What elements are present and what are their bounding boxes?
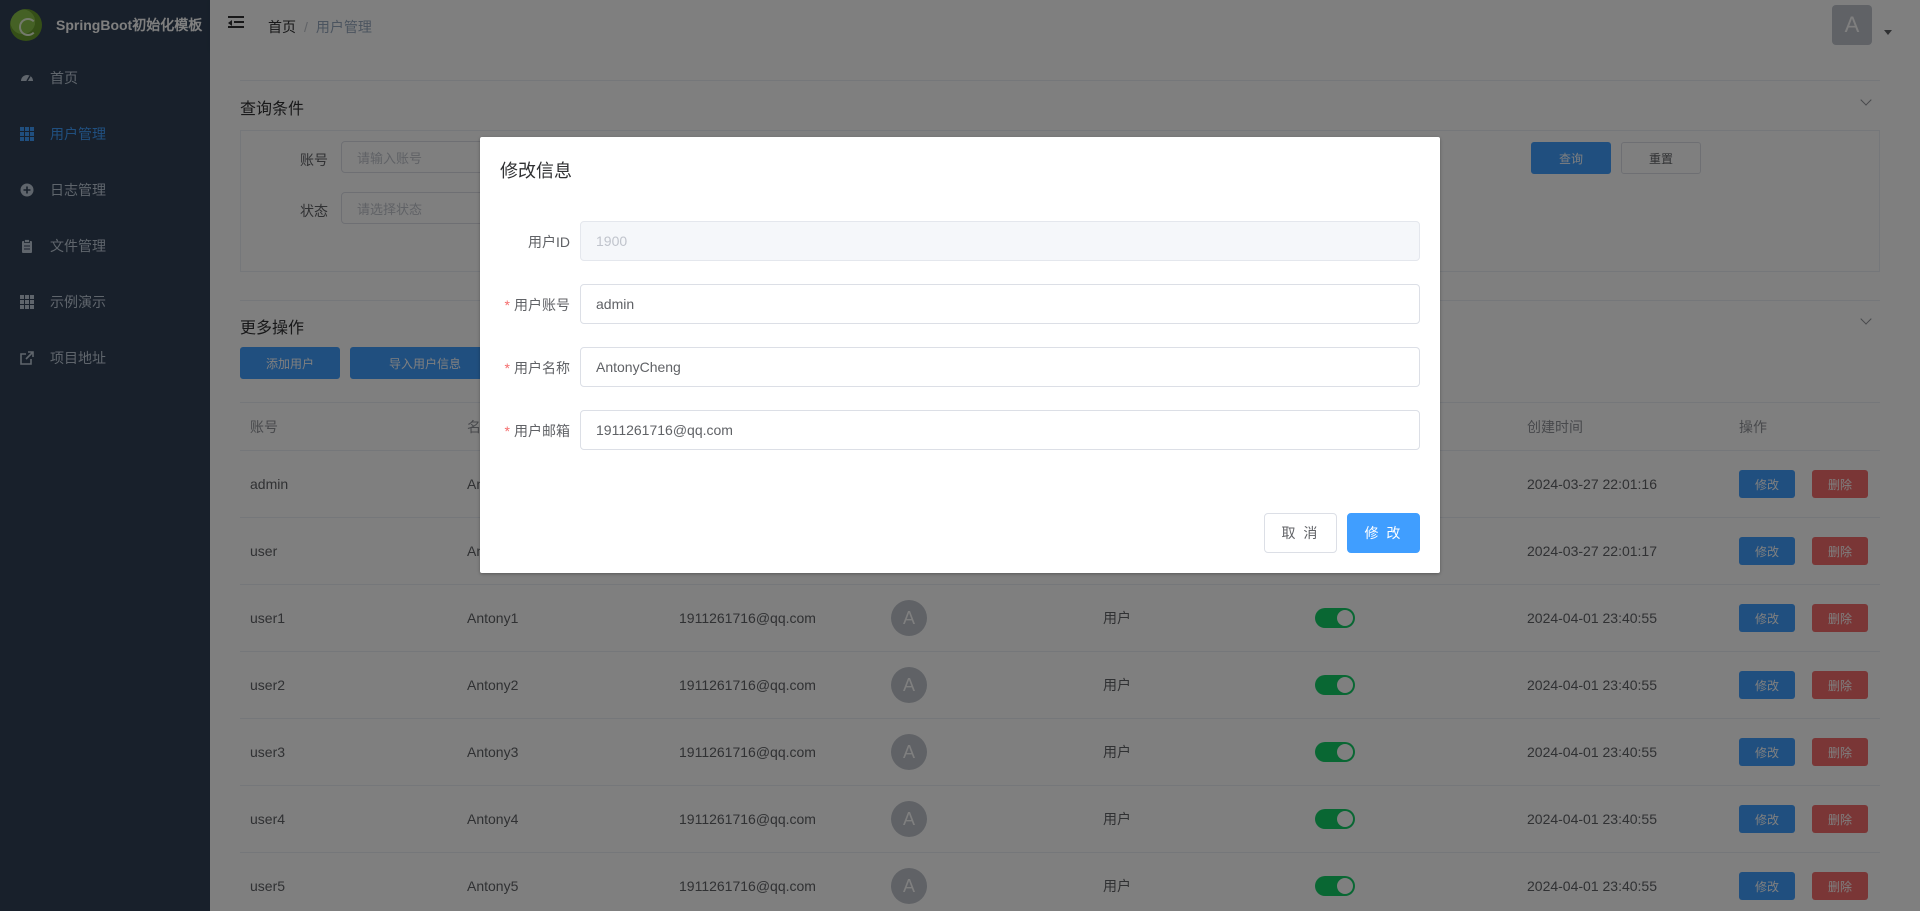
name-field-label: * 用户名称 [504,360,570,376]
required-mark: * [504,360,510,376]
dialog-title: 修改信息 [500,161,572,181]
account-input[interactable]: admin [580,284,1420,324]
email-input[interactable]: 1911261716@qq.com [580,410,1420,450]
user-id-label: 用户ID [528,234,570,250]
user-id-input: 1900 [580,221,1420,261]
required-mark: * [504,297,510,313]
submit-button[interactable]: 修 改 [1347,513,1420,553]
email-field-label: * 用户邮箱 [504,423,570,439]
required-mark: * [504,423,510,439]
account-field-label: * 用户账号 [504,297,570,313]
edit-user-dialog: 修改信息 用户ID 1900 * 用户账号 admin * 用户名称 AntonyC… [480,137,1440,573]
name-input[interactable]: AntonyCheng [580,347,1420,387]
cancel-button[interactable]: 取 消 [1264,513,1337,553]
